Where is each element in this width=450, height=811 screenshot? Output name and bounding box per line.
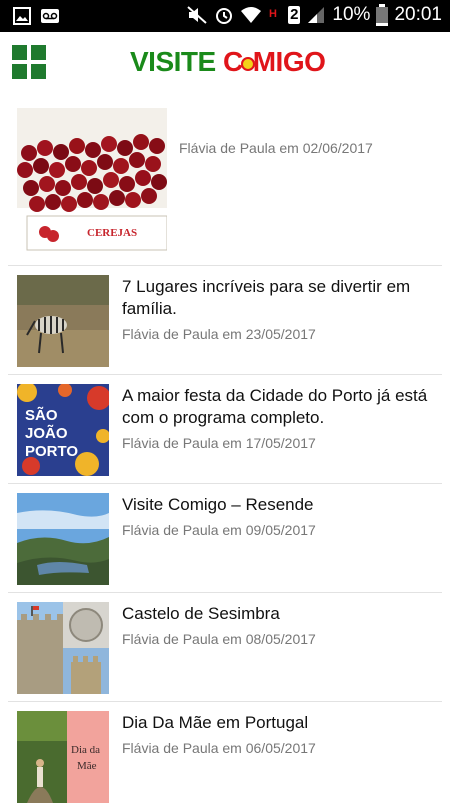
porto-text: PORTO — [25, 443, 78, 460]
post-thumbnail-river-valley[interactable] — [17, 493, 109, 585]
post-meta: Flávia de Paula em 06/05/2017 — [122, 740, 316, 756]
data-icon: H — [269, 8, 277, 20]
post-item[interactable]: SÃO JOÃO PORTO A maior festa da Cidade d… — [8, 375, 442, 484]
post-meta: Flávia de Paula em 08/05/2017 — [122, 631, 316, 647]
sim-badge: 2 — [288, 6, 301, 24]
post-item[interactable]: CEREJAS Flávia de Paula em 02/06/2017 — [8, 92, 442, 266]
post-thumbnail-cherries[interactable]: CEREJAS — [17, 108, 167, 258]
post-thumbnail-castle[interactable] — [17, 602, 109, 694]
signal-icon — [308, 7, 325, 23]
wifi-icon — [241, 7, 262, 23]
post-meta: Flávia de Paula em 23/05/2017 — [122, 326, 316, 342]
image-icon — [13, 7, 31, 25]
post-title[interactable]: Visite Comigo – Resende — [122, 494, 440, 516]
voicemail-icon — [41, 9, 59, 23]
mute-icon — [187, 6, 207, 24]
svg-text:H: H — [269, 8, 277, 20]
logo-word-visite: VISITE — [130, 46, 216, 77]
post-item[interactable]: Castelo de Sesimbra Flávia de Paula em 0… — [8, 593, 442, 702]
dia-da-text: Dia da — [71, 744, 100, 756]
status-bar: H 2 10% 20:01 — [0, 0, 450, 32]
post-meta: Flávia de Paula em 02/06/2017 — [179, 140, 373, 156]
post-thumbnail-zebra[interactable] — [17, 275, 109, 367]
sao-text: SÃO — [25, 406, 58, 424]
logo-word-comigo-c: C — [222, 46, 243, 77]
app-logo[interactable]: VISITE C MIGO — [130, 44, 326, 80]
post-title[interactable]: 7 Lugares incríveis para se divertir em … — [122, 276, 440, 320]
grid-menu-icon[interactable] — [12, 45, 46, 79]
post-item[interactable]: Visite Comigo – Resende Flávia de Paula … — [8, 484, 442, 593]
mae-text: Mãe — [77, 760, 97, 772]
post-title[interactable]: Dia Da Mãe em Portugal — [122, 712, 440, 734]
cerejas-text: CEREJAS — [87, 227, 137, 239]
post-item[interactable]: Dia da Mãe Dia Da Mãe em Portugal Flávia… — [8, 702, 442, 811]
post-title[interactable]: A maior festa da Cidade do Porto já está… — [122, 385, 440, 429]
post-thumbnail-sao-joao-porto[interactable]: SÃO JOÃO PORTO — [17, 384, 109, 476]
battery-icon — [376, 4, 389, 26]
clock: 20:01 — [394, 4, 442, 25]
post-meta: Flávia de Paula em 17/05/2017 — [122, 435, 316, 451]
post-thumbnail-dia-da-mae[interactable]: Dia da Mãe — [17, 711, 109, 803]
post-item[interactable]: 7 Lugares incríveis para se divertir em … — [8, 266, 442, 375]
logo-word-comigo-rest: MIGO — [252, 46, 326, 77]
post-meta: Flávia de Paula em 09/05/2017 — [122, 522, 316, 538]
post-title[interactable]: Castelo de Sesimbra — [122, 603, 440, 625]
app-bar: VISITE C MIGO — [0, 32, 450, 92]
battery-percent: 10% — [332, 4, 371, 25]
joao-text: JOÃO — [25, 424, 68, 442]
alarm-icon — [216, 8, 233, 24]
